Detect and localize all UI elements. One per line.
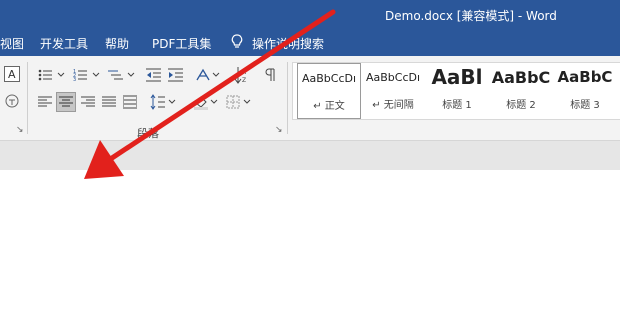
align-right-icon[interactable] bbox=[81, 96, 95, 108]
style-name: 标题 1 bbox=[442, 100, 472, 111]
group-separator bbox=[27, 62, 28, 134]
increase-indent-icon[interactable] bbox=[168, 68, 184, 82]
tab-developer[interactable]: 开发工具 bbox=[40, 35, 88, 52]
svg-text:3: 3 bbox=[73, 77, 76, 82]
style-name: 标题 3 bbox=[570, 100, 600, 111]
group-separator bbox=[287, 62, 288, 134]
title-bar: Demo.docx [兼容模式] - Word bbox=[0, 0, 620, 30]
numbering-icon[interactable]: 1 2 3 bbox=[73, 68, 101, 82]
ribbon-tabs: 视图 开发工具 帮助 PDF工具集 操作说明搜索 bbox=[0, 30, 620, 56]
style-preview: AaBbC bbox=[491, 68, 551, 87]
font-dialog-launcher-icon[interactable]: ↘ bbox=[16, 125, 24, 135]
style-preview: AaBbC bbox=[557, 68, 613, 86]
style-preview: AaBl bbox=[431, 65, 483, 89]
style-heading-3[interactable]: AaBbC 标题 3 bbox=[553, 63, 617, 119]
svg-text:Z: Z bbox=[242, 77, 246, 84]
justify-icon[interactable] bbox=[102, 96, 116, 108]
align-center-icon bbox=[59, 96, 73, 107]
align-left-icon[interactable] bbox=[38, 96, 52, 108]
sort-icon[interactable]: AZ bbox=[234, 66, 250, 84]
style-preview: AaBbCcDı bbox=[365, 71, 421, 84]
tab-view[interactable]: 视图 bbox=[0, 35, 24, 52]
style-name: ↵ 无间隔 bbox=[372, 100, 414, 111]
ruler-bar bbox=[0, 141, 620, 170]
svg-text:A: A bbox=[242, 69, 247, 76]
style-name: 标题 2 bbox=[506, 100, 536, 111]
tab-pdf-tools[interactable]: PDF工具集 bbox=[152, 35, 211, 52]
font-size-a-icon[interactable]: A bbox=[4, 66, 20, 82]
multilevel-list-icon[interactable] bbox=[108, 68, 136, 82]
style-name: ↵ 正文 bbox=[313, 101, 345, 112]
style-heading-2[interactable]: AaBbC 标题 2 bbox=[489, 63, 553, 119]
document-page[interactable] bbox=[0, 170, 620, 309]
tab-help[interactable]: 帮助 bbox=[105, 35, 129, 52]
tell-me-search[interactable]: 操作说明搜索 bbox=[252, 35, 324, 52]
chinese-layout-icon[interactable] bbox=[195, 67, 221, 83]
align-center-button[interactable] bbox=[56, 92, 76, 112]
style-no-spacing[interactable]: AaBbCcDı ↵ 无间隔 bbox=[361, 63, 425, 119]
style-preview: AaBbCcDı bbox=[301, 72, 357, 85]
paragraph-group-label: 段落 bbox=[137, 127, 159, 140]
borders-icon[interactable] bbox=[226, 95, 252, 109]
bullets-icon[interactable] bbox=[38, 68, 66, 82]
show-marks-icon[interactable] bbox=[263, 68, 277, 82]
decrease-indent-icon[interactable] bbox=[146, 68, 162, 82]
svg-text:A: A bbox=[8, 68, 16, 81]
style-normal[interactable]: AaBbCcDı ↵ 正文 bbox=[297, 63, 361, 119]
dialog-launcher-icon[interactable]: ↘ bbox=[275, 125, 283, 135]
shading-icon[interactable] bbox=[194, 94, 220, 110]
phonetic-guide-icon[interactable] bbox=[5, 94, 19, 108]
distributed-icon[interactable] bbox=[123, 95, 137, 109]
lightbulb-icon[interactable] bbox=[231, 34, 243, 50]
styles-gallery: AaBbCcDı ↵ 正文 AaBbCcDı ↵ 无间隔 AaBl 标题 1 A… bbox=[292, 62, 620, 120]
window-title: Demo.docx [兼容模式] - Word bbox=[385, 9, 557, 23]
line-spacing-icon[interactable] bbox=[150, 94, 178, 110]
style-heading-1[interactable]: AaBl 标题 1 bbox=[425, 63, 489, 119]
